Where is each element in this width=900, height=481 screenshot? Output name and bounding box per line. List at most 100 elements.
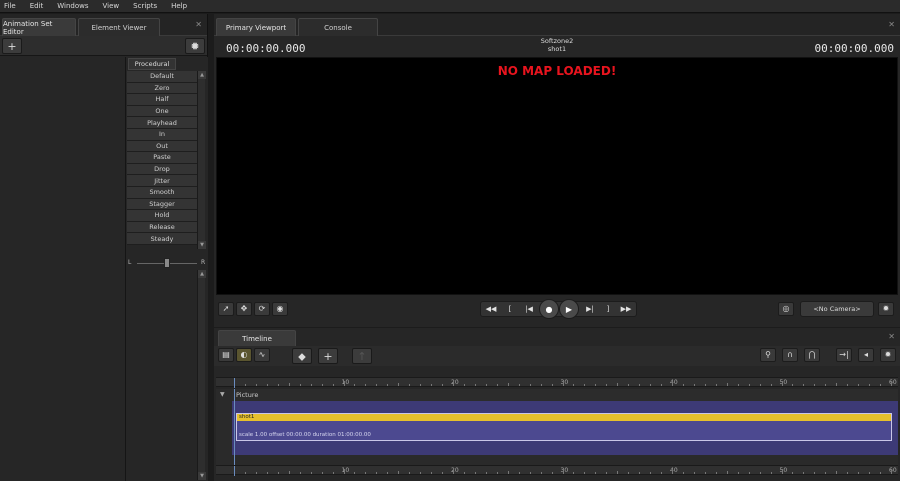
ruler-tick bbox=[715, 472, 717, 474]
timeline-ruler-bottom[interactable]: 10 20 30 40 50 60 bbox=[216, 465, 898, 476]
procedural-item[interactable]: Playhead bbox=[127, 117, 197, 129]
ruler-tick bbox=[825, 384, 827, 386]
ruler-tick bbox=[453, 381, 454, 386]
tab-primary-viewport[interactable]: Primary Viewport bbox=[216, 18, 296, 36]
ruler-tick bbox=[693, 472, 695, 474]
camera-select[interactable]: <No Camera> bbox=[800, 301, 874, 317]
camera-options-button[interactable]: ◎ bbox=[778, 302, 794, 316]
go-to-end-button[interactable]: →| bbox=[836, 348, 852, 362]
menu-view[interactable]: View bbox=[103, 2, 120, 10]
menu-edit[interactable]: Edit bbox=[30, 2, 44, 10]
add-marker-button[interactable]: ⬥ bbox=[292, 348, 312, 364]
ruler-tick bbox=[836, 471, 838, 474]
playhead-marker[interactable] bbox=[234, 466, 235, 476]
ruler-tick bbox=[617, 471, 619, 474]
ruler-tick bbox=[365, 472, 367, 474]
timeline-ruler-top[interactable]: 10 20 30 40 50 60 bbox=[216, 377, 898, 388]
playhead[interactable] bbox=[234, 389, 235, 467]
scroll-down-icon[interactable]: ▼ bbox=[198, 241, 206, 249]
magnet-lock-icon: ⋂ bbox=[808, 350, 816, 359]
ruler-tick bbox=[704, 472, 706, 474]
cursor-icon: ➚ bbox=[222, 304, 230, 313]
ruler-tick bbox=[431, 384, 433, 386]
balance-handle[interactable] bbox=[164, 258, 170, 268]
record-button[interactable]: ● bbox=[539, 299, 559, 319]
menu-file[interactable]: File bbox=[4, 2, 16, 10]
timeline-settings-button[interactable]: ✹ bbox=[880, 348, 896, 362]
audio-button[interactable]: ◂ bbox=[858, 348, 874, 362]
scroll-down-icon[interactable]: ▼ bbox=[198, 472, 206, 480]
tab-procedural[interactable]: Procedural bbox=[128, 58, 176, 70]
viewport-settings-button[interactable]: ✹ bbox=[878, 302, 894, 316]
tab-animation-set-editor[interactable]: Animation Set Editor bbox=[2, 18, 76, 36]
tab-timeline[interactable]: Timeline bbox=[218, 330, 296, 346]
ruler-tick bbox=[672, 469, 673, 474]
procedural-item[interactable]: Steady bbox=[127, 233, 197, 245]
add-track-button[interactable]: + bbox=[318, 348, 338, 364]
clip-editor-button[interactable]: ▤ bbox=[218, 348, 234, 362]
playhead-marker[interactable] bbox=[234, 378, 235, 388]
procedural-scrollbar[interactable]: ▲ ▼ bbox=[197, 71, 206, 249]
animation-set-list[interactable] bbox=[0, 57, 126, 481]
procedural-item[interactable]: Hold bbox=[127, 210, 197, 222]
lower-scrollbar[interactable]: ▲ ▼ bbox=[197, 270, 206, 480]
go-to-out-button[interactable]: ] bbox=[599, 302, 617, 316]
snap-button[interactable]: ⚲ bbox=[760, 348, 776, 362]
procedural-item[interactable]: Half bbox=[127, 94, 197, 106]
rewind-button[interactable]: ◀◀ bbox=[482, 302, 500, 316]
ruler-tick bbox=[606, 472, 608, 474]
go-to-in-button[interactable]: [ bbox=[501, 302, 519, 316]
procedural-item[interactable]: Release bbox=[127, 221, 197, 234]
procedural-item[interactable]: One bbox=[127, 105, 197, 118]
procedural-item[interactable]: Smooth bbox=[127, 186, 197, 199]
step-back-button[interactable]: |◀ bbox=[520, 302, 538, 316]
ruler-tick bbox=[825, 472, 827, 474]
disabled-button[interactable]: ↑ bbox=[352, 348, 372, 364]
magnet-lock-button[interactable]: ⋂ bbox=[804, 348, 820, 362]
record-icon: ● bbox=[545, 304, 553, 314]
procedural-item[interactable]: Jitter bbox=[127, 175, 197, 187]
magnet-button[interactable]: ∩ bbox=[782, 348, 798, 362]
procedural-item[interactable]: Zero bbox=[127, 82, 197, 95]
menu-scripts[interactable]: Scripts bbox=[133, 2, 157, 10]
ruler-tick bbox=[595, 472, 597, 474]
close-icon[interactable]: ✕ bbox=[888, 332, 895, 341]
procedural-item[interactable]: Drop bbox=[127, 163, 197, 176]
graph-editor-button[interactable]: ∿ bbox=[254, 348, 270, 362]
rotate-icon: ⟳ bbox=[258, 304, 266, 313]
procedural-item[interactable]: Default bbox=[127, 71, 197, 83]
tab-console[interactable]: Console bbox=[298, 18, 378, 36]
tab-element-viewer[interactable]: Element Viewer bbox=[78, 18, 160, 36]
close-icon[interactable]: ✕ bbox=[888, 20, 895, 29]
target-icon: ◉ bbox=[276, 304, 284, 313]
procedural-item[interactable]: Stagger bbox=[127, 198, 197, 211]
menu-windows[interactable]: Windows bbox=[57, 2, 88, 10]
procedural-item[interactable]: In bbox=[127, 128, 197, 141]
step-forward-button[interactable]: ▶| bbox=[581, 302, 599, 316]
marker-icon: ⬥ bbox=[298, 349, 306, 363]
select-tool-button[interactable]: ➚ bbox=[218, 302, 234, 316]
scroll-up-icon[interactable]: ▲ bbox=[198, 71, 206, 79]
menu-help[interactable]: Help bbox=[171, 2, 187, 10]
ruler-tick bbox=[759, 472, 761, 474]
ruler-tick bbox=[507, 471, 509, 474]
motion-editor-button[interactable]: ◐ bbox=[236, 348, 252, 362]
shot-clip[interactable]: shot1 scale 1.00 offset 00:00.00 duratio… bbox=[236, 413, 892, 441]
left-settings-button[interactable]: ✹ bbox=[185, 38, 205, 54]
ruler-tick bbox=[409, 472, 411, 474]
procedural-item[interactable]: Out bbox=[127, 140, 197, 153]
timeline-panel: Timeline ✕ ▤ ◐ ∿ ⬥ + ↑ ⚲ ∩ ⋂ →| ◂ ✹ 10 20… bbox=[214, 328, 900, 481]
primary-viewport[interactable]: NO MAP LOADED! bbox=[216, 57, 898, 295]
fast-forward-button[interactable]: ▶▶ bbox=[617, 302, 635, 316]
balance-slider[interactable]: L R bbox=[127, 255, 207, 273]
scroll-up-icon[interactable]: ▲ bbox=[198, 270, 206, 278]
rotate-tool-button[interactable]: ⟳ bbox=[254, 302, 270, 316]
play-button[interactable]: ▶ bbox=[559, 299, 579, 319]
move-tool-button[interactable]: ✥ bbox=[236, 302, 252, 316]
scale-tool-button[interactable]: ◉ bbox=[272, 302, 288, 316]
procedural-item[interactable]: Paste bbox=[127, 152, 197, 164]
ruler-tick bbox=[496, 384, 498, 386]
close-icon[interactable]: ✕ bbox=[195, 20, 202, 29]
add-animation-set-button[interactable]: + bbox=[2, 38, 22, 54]
track-expand-icon[interactable]: ▼ bbox=[220, 391, 225, 398]
